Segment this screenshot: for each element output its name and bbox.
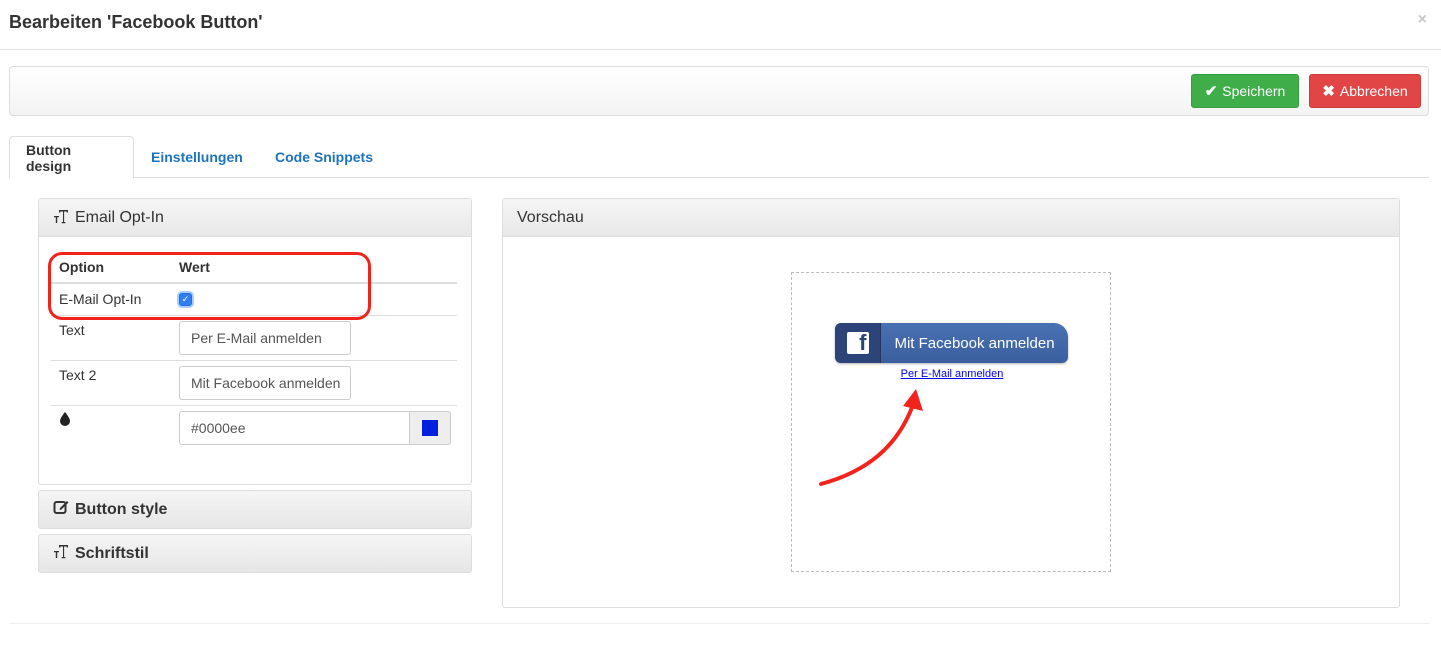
tab-code-snippets[interactable]: Code Snippets	[259, 136, 389, 178]
save-button[interactable]: ✔ Speichern	[1191, 74, 1299, 108]
facebook-logo-box: f	[835, 323, 881, 363]
text-input[interactable]: Per E-Mail anmelden	[179, 321, 351, 355]
optin-label: E-Mail Opt-In	[59, 291, 142, 307]
facebook-button-label: Mit Facebook anmelden	[894, 334, 1055, 352]
save-button-label: Speichern	[1222, 83, 1286, 99]
email-optin-panel-header[interactable]: Email Opt-In	[39, 199, 471, 237]
text-height-icon	[53, 208, 69, 228]
text2-input[interactable]: Mit Facebook anmelden	[179, 366, 351, 400]
facebook-login-button[interactable]: f Mit Facebook anmelden	[835, 323, 1068, 363]
check-icon: ✓	[179, 293, 192, 306]
table-row: #0000ee	[51, 406, 457, 452]
col-value-header: Wert	[179, 259, 210, 275]
color-drop-icon	[59, 412, 71, 429]
email-optin-panel: Email Opt-In Option Wert E-Mail Opt-In ✓…	[38, 198, 472, 485]
email-signup-link[interactable]: Per E-Mail anmelden	[792, 368, 1112, 380]
schriftstil-title: Schriftstil	[75, 544, 149, 562]
tab-button-design[interactable]: Button design	[9, 136, 134, 179]
modal-title: Bearbeiten 'Facebook Button'	[9, 12, 263, 32]
cancel-button-label: Abbrechen	[1339, 83, 1408, 99]
preview-panel: Vorschau f Mit Facebook anmelden Per E-M…	[502, 198, 1400, 608]
tab-bar: Button design Einstellungen Code Snippet…	[9, 136, 1429, 179]
table-row: Text 2 Mit Facebook anmelden	[51, 361, 457, 406]
close-icon[interactable]: ×	[1418, 11, 1427, 29]
toolbar: ✔ Speichern ✖ Abbrechen	[9, 66, 1429, 116]
modal-header: Bearbeiten 'Facebook Button' ×	[0, 0, 1441, 50]
text-label: Text	[59, 322, 85, 338]
tab-einstellungen[interactable]: Einstellungen	[135, 136, 259, 178]
button-style-panel-header[interactable]: Button style	[38, 490, 472, 529]
optin-checkbox[interactable]: ✓	[179, 293, 192, 306]
preview-title: Vorschau	[517, 208, 584, 226]
col-option-header: Option	[59, 259, 105, 275]
edit-icon	[53, 499, 69, 520]
table-header-row: Option Wert	[51, 250, 457, 284]
color-picker: #0000ee	[179, 411, 451, 445]
table-row: Text Per E-Mail anmelden	[51, 316, 457, 361]
email-optin-title: Email Opt-In	[75, 208, 164, 226]
text2-label: Text 2	[59, 367, 97, 383]
table-row: E-Mail Opt-In ✓	[51, 284, 457, 316]
text-height-icon	[53, 543, 69, 564]
arrow-annotation	[819, 389, 923, 486]
preview-panel-header: Vorschau	[503, 199, 1399, 237]
color-swatch-button[interactable]	[410, 411, 451, 445]
x-icon: ✖	[1322, 82, 1335, 100]
schriftstil-panel-header[interactable]: Schriftstil	[38, 534, 472, 573]
color-swatch	[422, 420, 439, 436]
check-icon: ✔	[1204, 82, 1218, 100]
button-style-title: Button style	[75, 500, 168, 518]
cancel-button[interactable]: ✖ Abbrechen	[1309, 74, 1421, 108]
facebook-icon: f	[846, 332, 869, 354]
footer-divider	[9, 623, 1429, 624]
color-input[interactable]: #0000ee	[179, 411, 411, 445]
